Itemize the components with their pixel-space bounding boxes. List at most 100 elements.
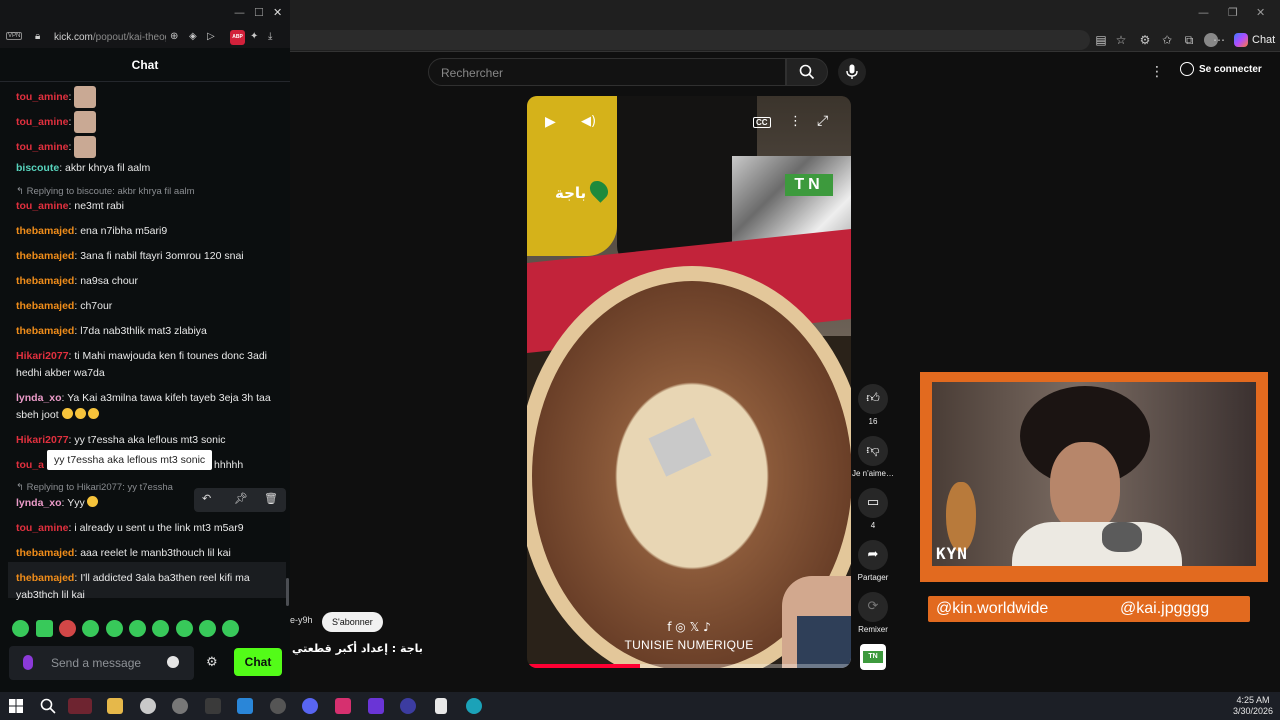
like-action[interactable]: 👍︎ 16 <box>858 384 888 426</box>
chat-username[interactable]: thebamajed <box>16 250 74 262</box>
extension-icon[interactable]: ⚙ <box>1138 33 1152 47</box>
chat-username[interactable]: biscoute <box>16 162 59 174</box>
adblock-icon[interactable]: ABP <box>230 30 245 45</box>
chat-message[interactable]: tou_amine: <box>16 136 276 158</box>
chat-username[interactable]: thebamajed <box>16 300 74 312</box>
remix-action[interactable]: ⟳ Remixer <box>858 592 888 634</box>
chat-message[interactable]: tou_amine: <box>16 111 276 133</box>
emote-icon[interactable] <box>152 620 169 637</box>
emote-icon[interactable] <box>222 620 239 637</box>
chatgpt-icon[interactable] <box>172 698 188 714</box>
voice-search-button[interactable] <box>838 58 866 86</box>
zoom-icon[interactable]: ⊕ <box>170 31 178 42</box>
share-action[interactable]: ➦ Partager <box>858 540 888 582</box>
reply-context[interactable]: ↰ Replying to Hikari2077: yy t7essha <box>16 482 173 493</box>
chat-message[interactable]: thebamajed: ch7our <box>16 298 276 315</box>
taskbar-app-icon[interactable] <box>237 698 253 714</box>
chat-username[interactable]: thebamajed <box>16 225 74 237</box>
pin-icon[interactable]: 📌︎ <box>234 492 248 505</box>
chat-message[interactable]: thebamajed: l7da nab3thlik mat3 zlabiya <box>16 323 276 340</box>
minimize-icon[interactable]: — <box>234 6 245 19</box>
chat-message[interactable]: tou_amine: ne3mt rabi <box>16 198 276 215</box>
chat-username[interactable]: thebamajed <box>16 547 74 559</box>
chat-message[interactable]: thebamajed: 3ana fi nabil ftayri 3omrou … <box>16 248 276 265</box>
taskbar-app-icon[interactable] <box>400 698 416 714</box>
video-title[interactable]: باجة : إعداد أكبر قطعتي <box>292 642 423 655</box>
chat-username[interactable]: lynda_xo <box>16 497 62 509</box>
emote-icon[interactable] <box>199 620 216 637</box>
chat-message-list[interactable]: tou_amine: tou_amine: tou_amine: biscout… <box>0 82 286 610</box>
video-more-icon[interactable]: ⋮ <box>789 114 802 129</box>
close-icon[interactable]: ✕ <box>1256 6 1265 19</box>
taskbar-app-icon[interactable] <box>205 698 221 714</box>
favorite-star-icon[interactable]: ☆ <box>1114 33 1128 47</box>
shorts-video-player[interactable]: ▶ ◀) CC ⋮ ⤢ باجة TN f ◎ 𝕏 ♪ TUNISIE NUME… <box>527 96 851 668</box>
instagram-icon[interactable] <box>335 698 351 714</box>
subscribe-button[interactable]: S'abonner <box>322 612 383 632</box>
kick-mic-icon[interactable] <box>23 655 33 670</box>
reader-icon[interactable]: ▤ <box>1094 33 1108 47</box>
chat-message[interactable]: thebamajed: na9sa chour <box>16 273 276 290</box>
restore-icon[interactable]: ❐ <box>1228 6 1238 19</box>
chat-username[interactable]: lynda_xo <box>16 392 62 404</box>
remix-icon[interactable]: ⟳ <box>858 592 888 622</box>
more-icon[interactable]: ⋯ <box>1212 33 1226 47</box>
chat-scrollbar[interactable] <box>286 578 289 606</box>
chat-username[interactable]: thebamajed <box>16 275 74 287</box>
thumbs-down-icon[interactable]: 👎︎ <box>858 436 888 466</box>
chat-message[interactable]: Hikari2077: ti Mahi mawjouda ken fi toun… <box>16 348 276 382</box>
file-explorer-icon[interactable] <box>107 698 123 714</box>
edge-icon[interactable] <box>466 698 482 714</box>
vpn-badge[interactable]: VPN <box>6 32 23 40</box>
sign-in-button[interactable]: Se connecter <box>1180 62 1262 76</box>
chat-username[interactable]: tou_a <box>16 459 44 471</box>
comment-icon[interactable]: ▭ <box>858 488 888 518</box>
dislike-action[interactable]: 👎︎ Je n'aime… <box>852 436 894 478</box>
emoji-picker-icon[interactable] <box>167 656 179 668</box>
chat-message[interactable]: biscoute: akbr khrya fil aalm <box>16 160 276 177</box>
download-icon[interactable]: ⤓ <box>268 31 272 42</box>
kick-url[interactable]: kick.com/popout/kai-theog <box>54 32 166 43</box>
taskbar-app-icon[interactable] <box>140 698 156 714</box>
emote-icon[interactable] <box>176 620 193 637</box>
chat-username[interactable]: tou_amine <box>16 522 69 534</box>
fullscreen-icon[interactable]: ⤢ <box>817 113 828 129</box>
taskbar-search-icon[interactable] <box>40 698 56 714</box>
close-icon[interactable]: ✕ <box>273 6 282 19</box>
play-icon[interactable]: ▶ <box>545 114 556 130</box>
search-button[interactable] <box>786 58 828 86</box>
discord-icon[interactable] <box>302 698 318 714</box>
chat-message[interactable]: tou_amine: <box>16 86 276 108</box>
copilot-chat-button[interactable]: Chat <box>1234 32 1275 48</box>
delete-icon[interactable]: 🗑︎ <box>264 492 278 505</box>
emote-icon[interactable] <box>12 620 29 637</box>
chat-username[interactable]: thebamajed <box>16 325 74 337</box>
settings-menu-icon[interactable]: ⋮ <box>1150 64 1164 80</box>
taskbar-app-icon[interactable] <box>368 698 384 714</box>
chat-message[interactable]: tou_amine: i already u sent u the link m… <box>16 520 276 537</box>
share-icon[interactable]: ➦ <box>858 540 888 570</box>
url-field[interactable] <box>290 30 1090 50</box>
send-icon[interactable]: ▷ <box>207 31 215 42</box>
emote-icon[interactable] <box>129 620 146 637</box>
emote-icon[interactable] <box>106 620 123 637</box>
video-progress-bar[interactable] <box>527 664 851 668</box>
chat-message[interactable]: thebamajed: ena n7ibha m5ari9 <box>16 223 276 240</box>
chat-settings-icon[interactable]: ⚙ <box>206 655 218 670</box>
chat-message[interactable]: lynda_xo: Ya Kai a3milna tawa kifeh taye… <box>16 390 276 424</box>
chat-message-input[interactable]: Send a message <box>9 646 194 680</box>
chat-username[interactable]: tou_amine <box>16 200 69 212</box>
windows-start-icon[interactable] <box>8 698 24 714</box>
thumbs-up-icon[interactable]: 👍︎ <box>858 384 888 414</box>
chat-username[interactable]: tou_amine <box>16 91 69 103</box>
chat-username[interactable]: tou_amine <box>16 141 69 153</box>
taskbar-clock[interactable]: 4:25 AM 3/30/2026 <box>1230 695 1276 717</box>
captions-button[interactable]: CC <box>753 117 771 128</box>
chat-message[interactable]: thebamajed: aaa reelet le manb3thouch li… <box>16 545 276 562</box>
notepad-icon[interactable] <box>435 698 447 714</box>
maximize-icon[interactable]: ☐ <box>254 6 264 19</box>
chat-username[interactable]: Hikari2077 <box>16 434 69 446</box>
chat-username[interactable]: thebamajed <box>16 572 74 584</box>
channel-avatar[interactable]: TN <box>860 644 886 670</box>
minimize-icon[interactable]: — <box>1198 6 1209 19</box>
